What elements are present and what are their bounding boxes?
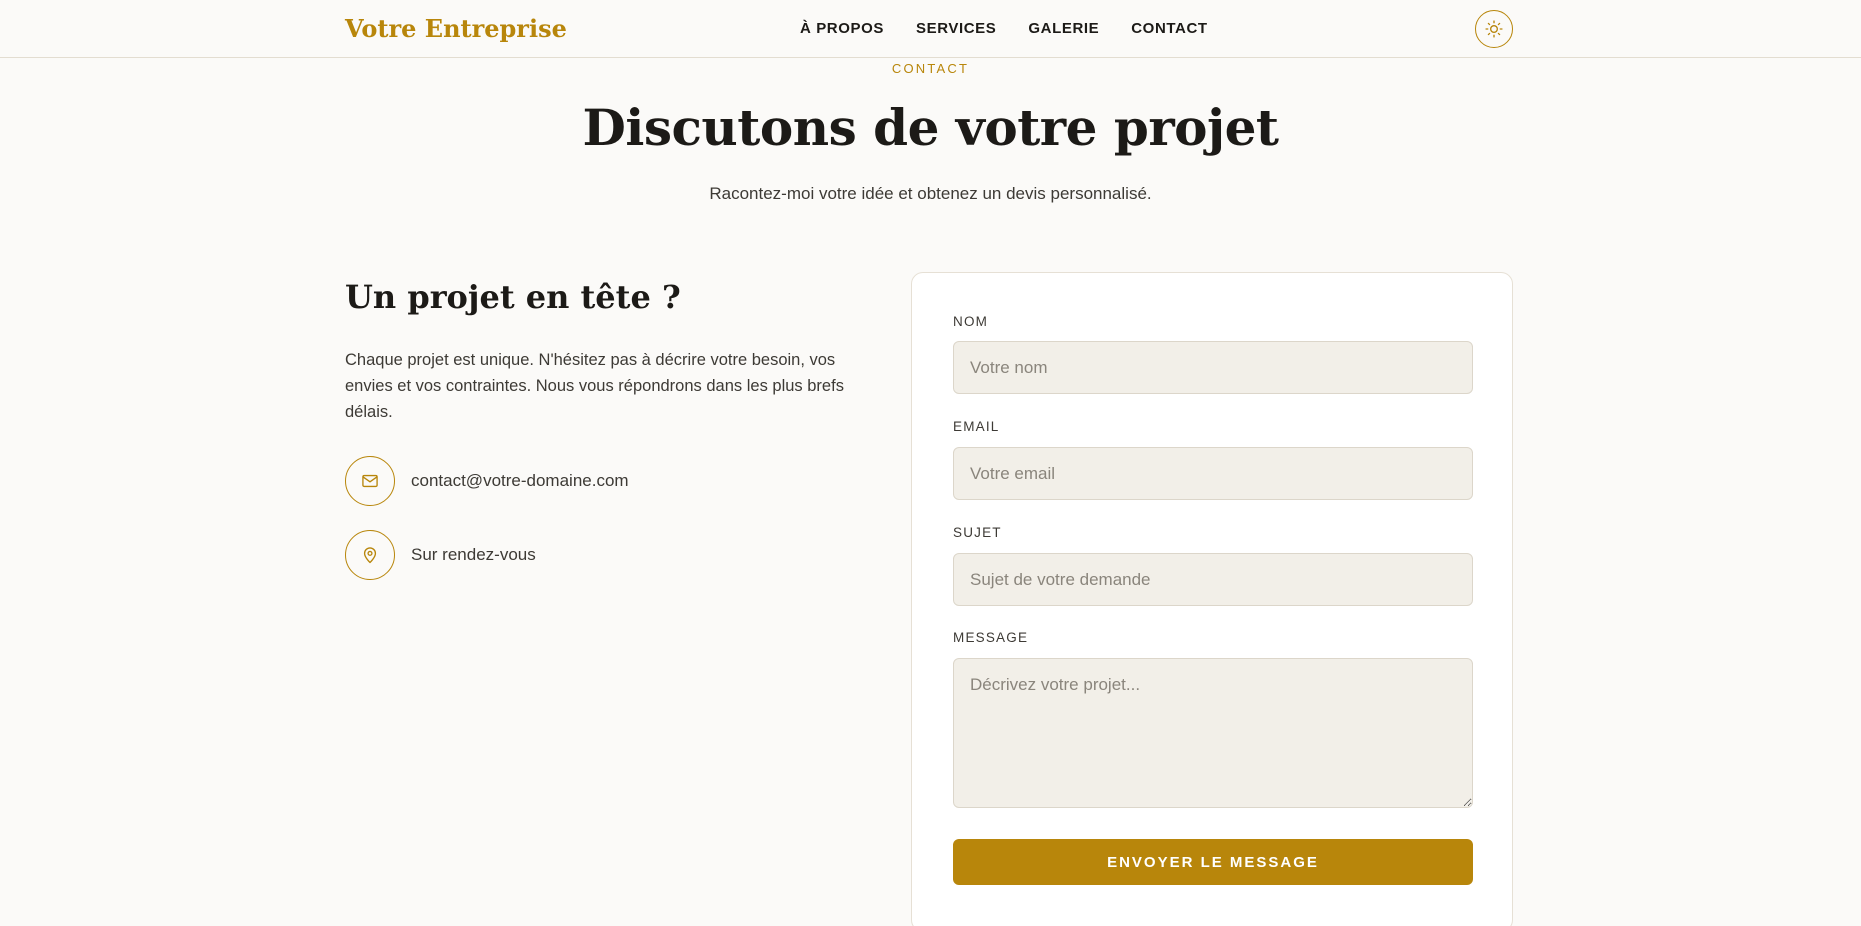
nav-link-gallery[interactable]: GALERIE: [1028, 20, 1099, 37]
theme-toggle-button[interactable]: [1475, 10, 1513, 48]
info-description: Chaque projet est unique. N'hésitez pas …: [345, 351, 844, 421]
message-textarea[interactable]: [953, 658, 1473, 808]
contact-location: Sur rendez-vous: [411, 545, 536, 564]
section-eyebrow: CONTACT: [891, 61, 970, 76]
message-label: MESSAGE: [953, 630, 1029, 645]
name-input[interactable]: [953, 341, 1473, 394]
nav-link-about[interactable]: À PROPOS: [800, 20, 884, 37]
name-label: NOM: [953, 314, 989, 329]
contact-location-row: Sur rendez-vous: [345, 530, 536, 580]
logo[interactable]: Votre Entreprise: [345, 14, 567, 43]
contact-email-row: contact@votre-domaine.com: [345, 456, 629, 506]
send-message-button[interactable]: ENVOYER LE MESSAGE: [953, 839, 1473, 885]
subject-label: SUJET: [953, 525, 1002, 540]
info-title: Un projet en tête ?: [345, 278, 681, 316]
main-nav: À PROPOS SERVICES GALERIE CONTACT: [800, 20, 1240, 37]
page-title: Discutons de votre projet: [582, 98, 1279, 157]
sun-icon: [1485, 20, 1503, 38]
site-header: Votre Entreprise À PROPOS SERVICES GALER…: [0, 0, 1861, 58]
mail-icon: [362, 474, 378, 488]
email-icon-circle: [345, 456, 395, 506]
contact-email[interactable]: contact@votre-domaine.com: [411, 471, 629, 491]
nav-link-services[interactable]: SERVICES: [916, 20, 996, 37]
nav-link-contact[interactable]: CONTACT: [1131, 20, 1207, 37]
location-icon-circle: [345, 530, 395, 580]
contact-form: NOM EMAIL SUJET MESSAGE ENVOYER LE MESSA…: [911, 272, 1513, 926]
email-input[interactable]: [953, 447, 1473, 500]
page-subtitle: Racontez-moi votre idée et obtenez un de…: [709, 184, 1152, 203]
email-label: EMAIL: [953, 419, 1000, 434]
map-pin-icon: [363, 547, 377, 564]
subject-input[interactable]: [953, 553, 1473, 606]
